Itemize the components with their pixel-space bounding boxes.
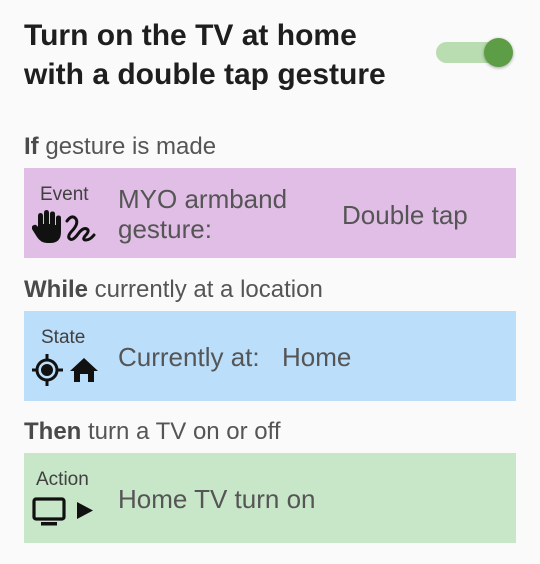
while-section-label: While currently at a location — [24, 275, 323, 305]
event-icons — [32, 210, 96, 244]
state-subject: Currently at: — [118, 342, 260, 372]
rule-enabled-toggle[interactable] — [436, 38, 513, 67]
then-description: turn a TV on or off — [81, 418, 281, 445]
action-icons — [32, 495, 102, 529]
gesture-squiggle-icon — [65, 215, 96, 242]
rule-title: Turn on the TV at home with a double tap… — [24, 19, 386, 91]
toggle-thumb — [484, 38, 513, 67]
event-card[interactable]: Event MYO armband gesture: Double tap — [24, 168, 516, 258]
action-subject: Home TV turn on — [118, 484, 316, 514]
action-kind-label: Action — [36, 469, 89, 490]
if-keyword: If — [24, 133, 39, 160]
play-arrow-icon — [77, 502, 93, 519]
hand-icon — [32, 210, 61, 243]
state-card[interactable]: State Currently at: Home — [24, 311, 516, 401]
action-card[interactable]: Action Home TV turn on — [24, 453, 516, 543]
if-section-label: If gesture is made — [24, 132, 216, 162]
state-icons — [32, 353, 102, 387]
while-keyword: While — [24, 276, 88, 303]
event-kind-label: Event — [40, 184, 89, 205]
while-description: currently at a location — [88, 276, 323, 303]
home-icon — [70, 358, 98, 382]
then-section-label: Then turn a TV on or off — [24, 417, 281, 447]
then-keyword: Then — [24, 418, 82, 445]
state-value: Home — [282, 342, 352, 372]
if-description: gesture is made — [38, 133, 217, 160]
event-subject: MYO armband gesture: — [118, 184, 288, 244]
tv-icon — [32, 497, 66, 526]
location-target-icon — [32, 354, 63, 386]
event-value: Double tap — [342, 200, 468, 230]
